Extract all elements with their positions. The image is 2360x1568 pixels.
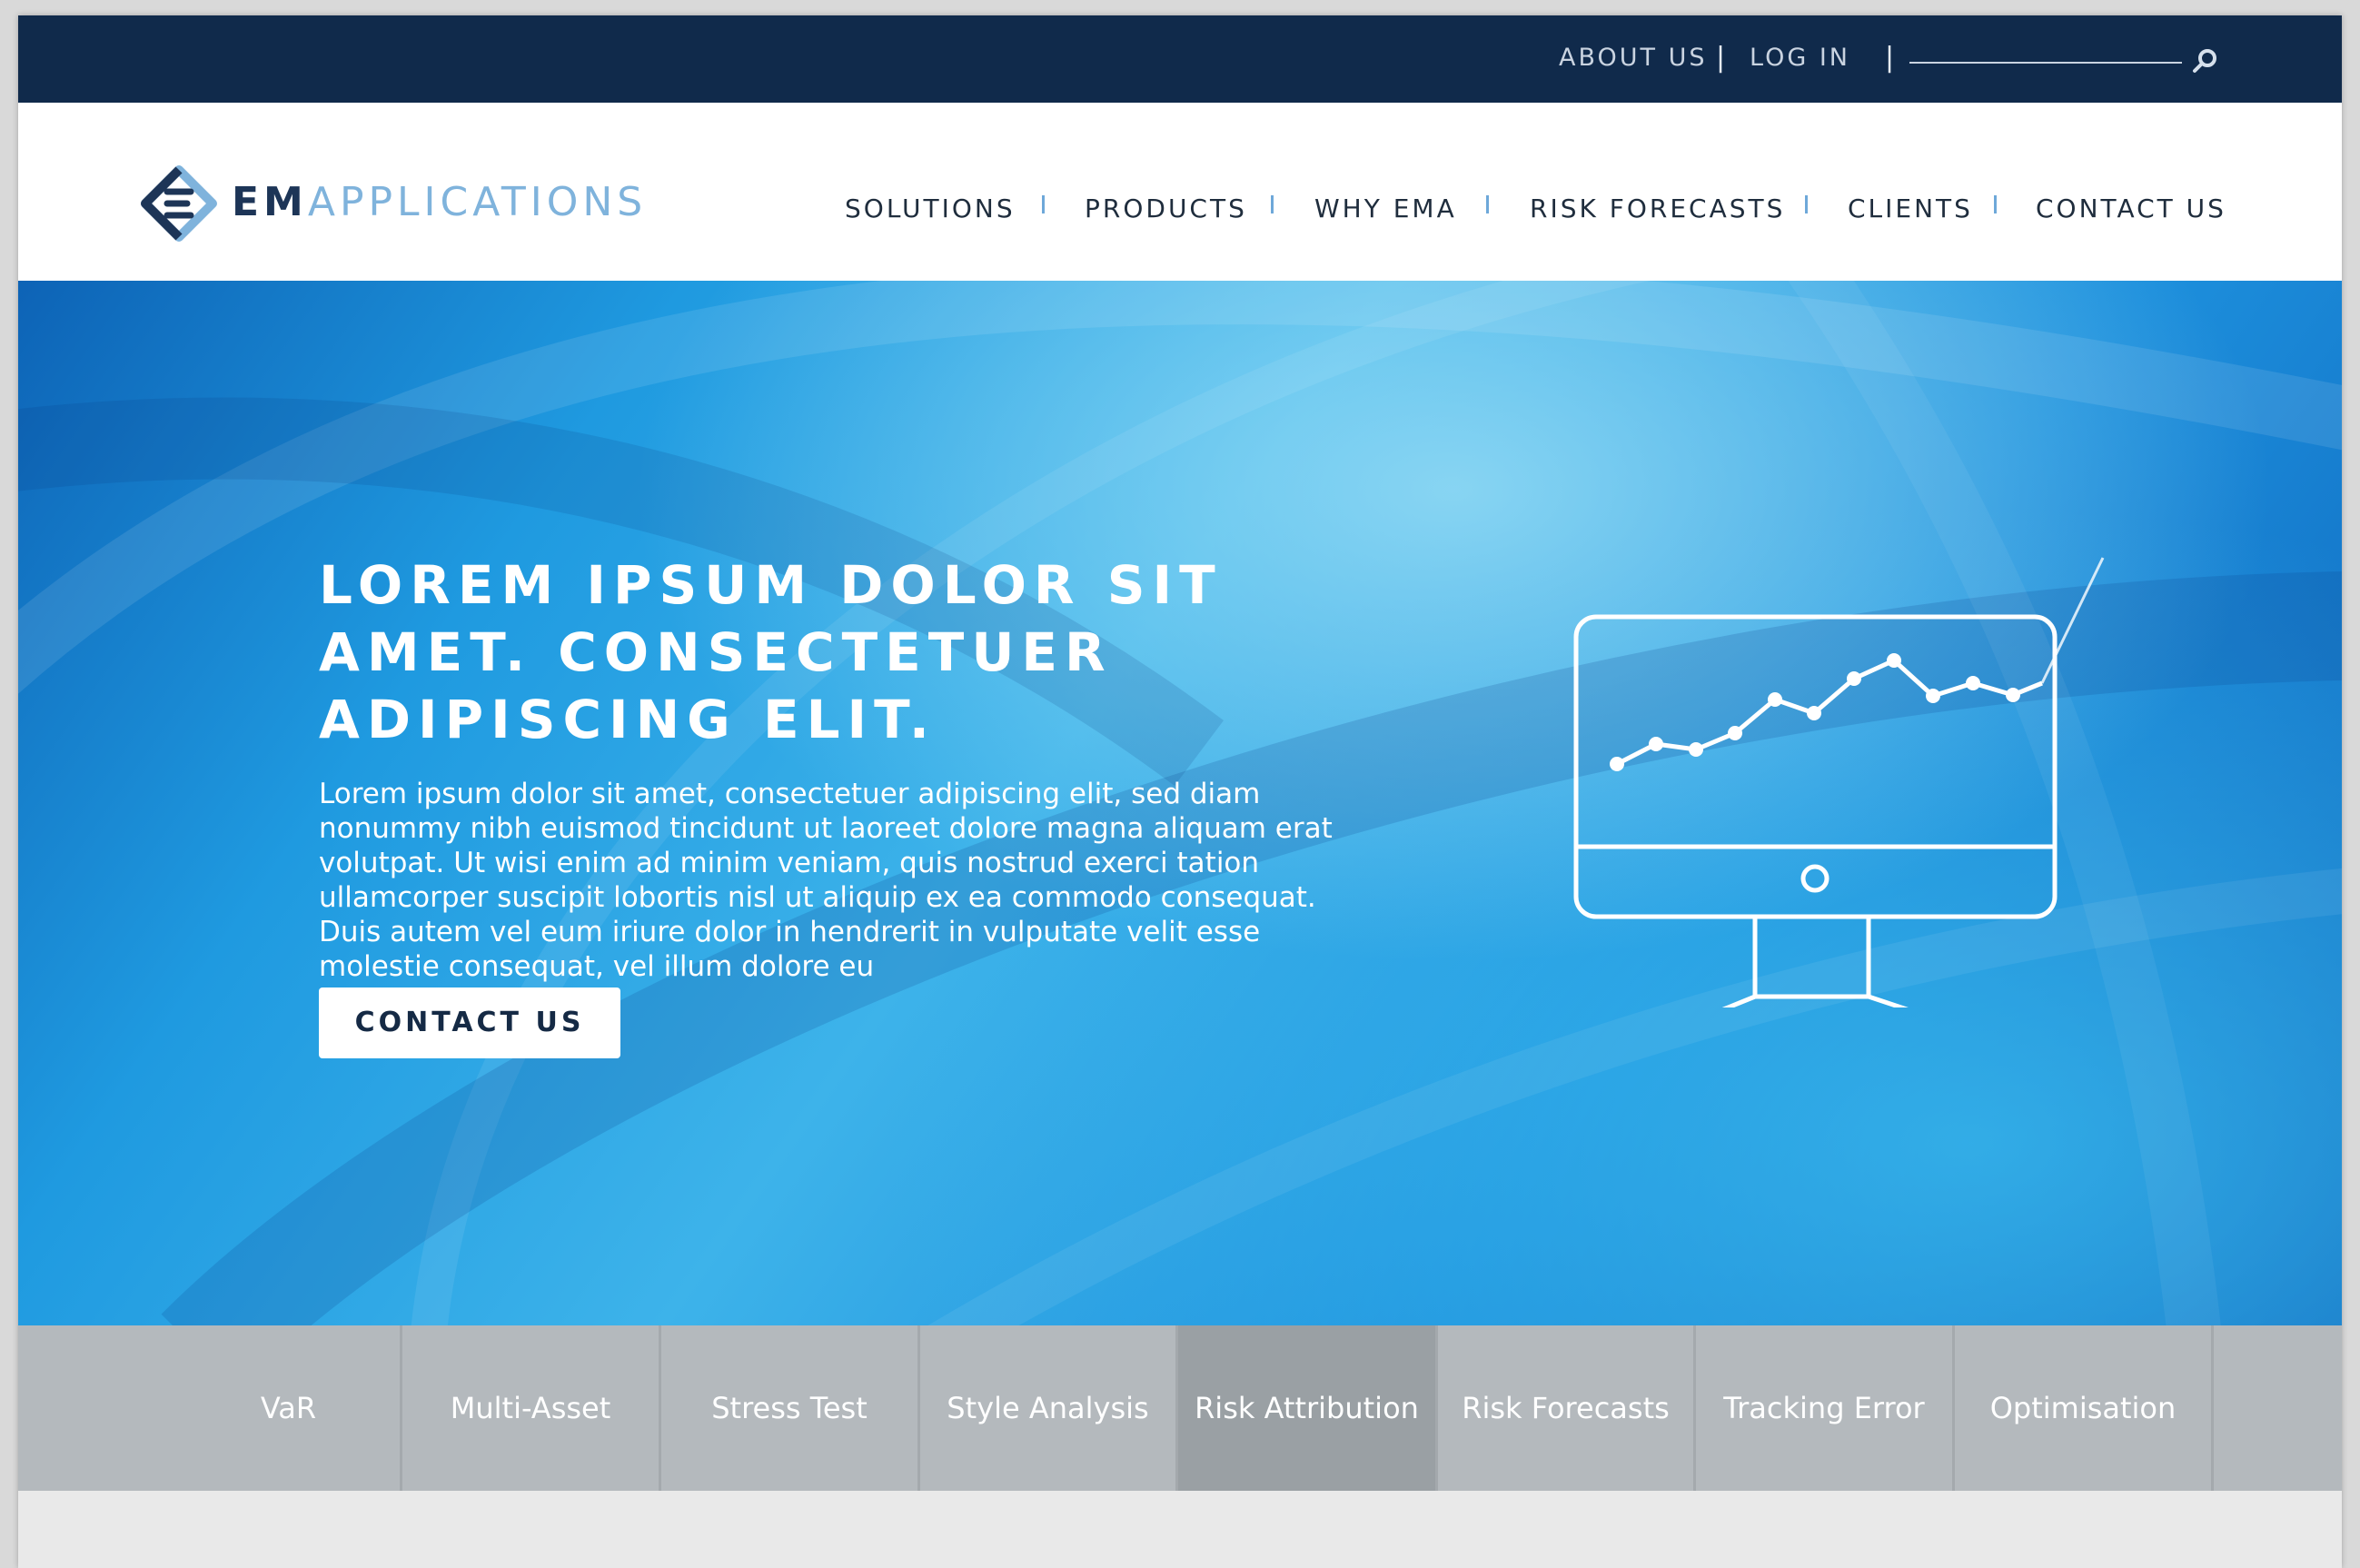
hero-title-line: LOREM IPSUM DOLOR SIT: [319, 554, 1223, 616]
ema-logo-icon[interactable]: [140, 164, 218, 243]
top-utility-bar: ABOUT US | LOG IN |: [18, 15, 2342, 103]
topbar-separator: |: [1716, 42, 1726, 74]
nav-separator: [1805, 195, 1808, 213]
content-area: [18, 1491, 2342, 1568]
brand-name-light: APPLICATIONS: [307, 179, 648, 225]
nav-item-contact-us[interactable]: CONTACT US: [2036, 194, 2226, 224]
hero-title-line: ADIPISCING ELIT.: [319, 689, 937, 750]
contact-us-button[interactable]: CONTACT US: [319, 987, 620, 1058]
tab-tracking-error[interactable]: Tracking Error: [1696, 1325, 1955, 1491]
tab-optimisation[interactable]: Optimisation: [1955, 1325, 2214, 1491]
hero-title: LOREM IPSUM DOLOR SIT AMET. CONSECTETUER…: [319, 551, 1227, 753]
search-icon[interactable]: [2189, 45, 2220, 76]
tab-var[interactable]: VaR: [18, 1325, 402, 1491]
page-frame: ABOUT US | LOG IN | EMAPPLICATIONS SOLUT…: [18, 15, 2342, 1568]
nav-separator: [1042, 195, 1045, 213]
nav-item-why-ema[interactable]: WHY EMA: [1314, 194, 1457, 224]
product-tab-strip: VaR Multi-Asset Stress Test Style Analys…: [18, 1325, 2342, 1491]
brand-wordmark[interactable]: EMAPPLICATIONS: [232, 179, 647, 226]
nav-item-risk-forecasts[interactable]: RISK FORECASTS: [1530, 194, 1785, 224]
tab-stress-test[interactable]: Stress Test: [661, 1325, 920, 1491]
tab-multi-asset[interactable]: Multi-Asset: [402, 1325, 661, 1491]
hero-title-line: AMET. CONSECTETUER: [319, 621, 1113, 683]
about-us-link[interactable]: ABOUT US: [1559, 43, 1708, 74]
log-in-link[interactable]: LOG IN: [1750, 43, 1850, 74]
tab-risk-forecasts[interactable]: Risk Forecasts: [1438, 1325, 1696, 1491]
site-header: EMAPPLICATIONS SOLUTIONS PRODUCTS WHY EM…: [18, 103, 2342, 281]
nav-item-clients[interactable]: CLIENTS: [1848, 194, 1973, 224]
nav-separator: [1271, 195, 1274, 213]
nav-separator: [1994, 195, 1997, 213]
topbar-separator: |: [1885, 42, 1895, 74]
nav-item-solutions[interactable]: SOLUTIONS: [845, 194, 1016, 224]
monitor-chart-icon: [1573, 557, 2105, 1007]
nav-separator: [1486, 195, 1489, 213]
tab-style-analysis[interactable]: Style Analysis: [920, 1325, 1178, 1491]
nav-item-products[interactable]: PRODUCTS: [1085, 194, 1247, 224]
hero-description: Lorem ipsum dolor sit amet, consectetuer…: [319, 778, 1333, 983]
search-input[interactable]: [1909, 62, 2182, 64]
brand-name-bold: EM: [232, 179, 308, 225]
hero-banner: LOREM IPSUM DOLOR SIT AMET. CONSECTETUER…: [18, 281, 2342, 1325]
tab-risk-attribution[interactable]: Risk Attribution: [1178, 1325, 1438, 1491]
